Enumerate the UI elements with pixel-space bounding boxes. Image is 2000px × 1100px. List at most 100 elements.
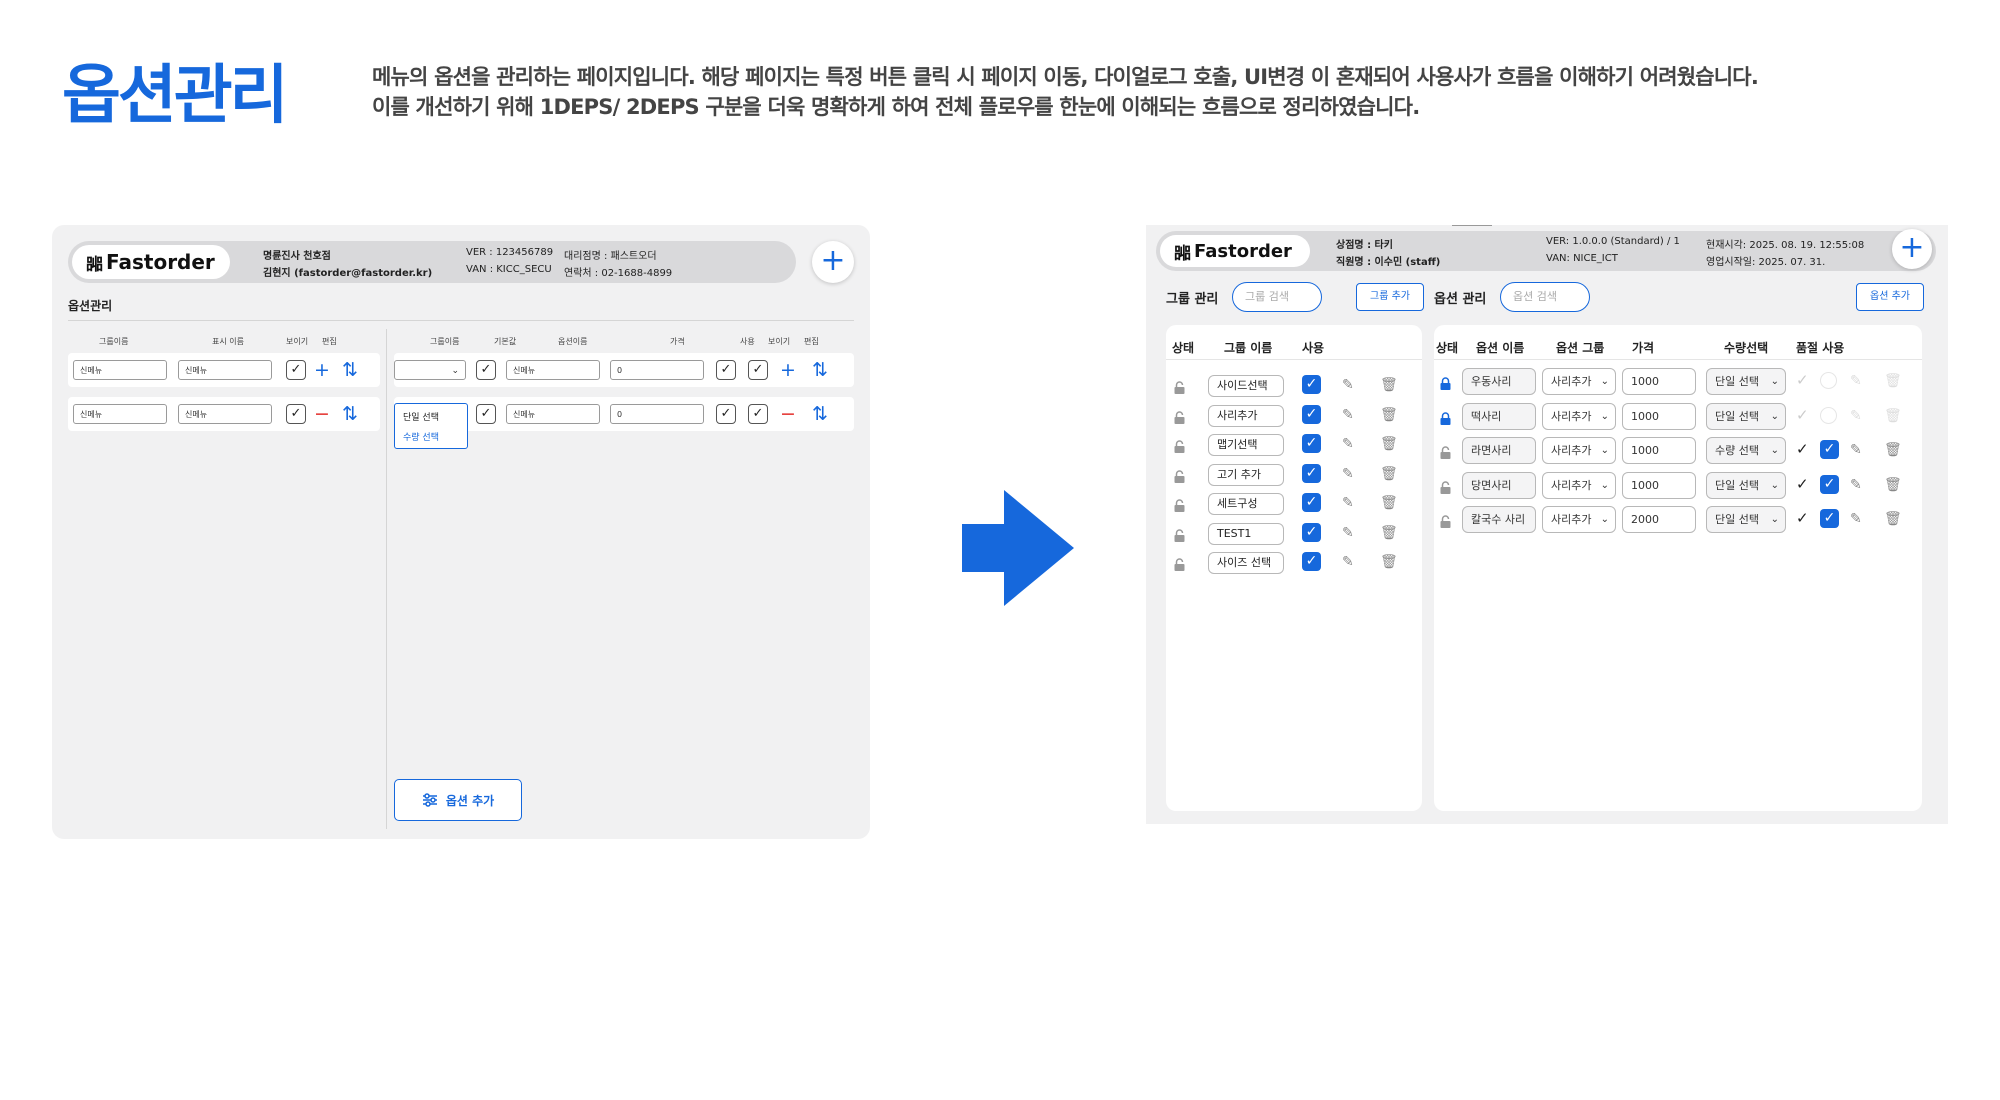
use-checkbox[interactable]: ✓ [1302, 522, 1321, 542]
lock-closed-icon[interactable] [1440, 375, 1451, 390]
option-name-field[interactable]: 칼국수 사리 [1462, 506, 1536, 533]
display-name-input[interactable]: 신메뉴 [178, 360, 272, 380]
group-name-field[interactable]: 사이드선택 [1208, 375, 1284, 397]
lock-open-icon[interactable] [1440, 479, 1451, 494]
trash-icon[interactable]: 🗑 [1380, 554, 1398, 570]
quantity-mode-select[interactable]: 단일 선택 ⌄ [1706, 506, 1786, 533]
quantity-mode-select[interactable]: 단일 선택 ⌄ [1706, 368, 1786, 395]
price-input[interactable]: 2000 [1622, 506, 1696, 533]
default-checkbox[interactable]: ✓ [476, 360, 496, 380]
use-checkbox[interactable]: ✓ [1820, 474, 1839, 494]
group-name-field[interactable]: 사리추가 [1208, 404, 1284, 427]
lock-closed-icon[interactable] [1440, 410, 1451, 425]
use-toggle[interactable] [1820, 372, 1837, 389]
use-checkbox[interactable]: ✓ [716, 404, 736, 424]
trash-icon[interactable]: 🗑 [1884, 442, 1902, 458]
lock-open-icon[interactable] [1174, 527, 1185, 542]
lock-open-icon[interactable] [1174, 556, 1185, 571]
sort-icon[interactable]: ⇅ [342, 404, 358, 424]
sort-icon[interactable]: ⇅ [812, 360, 828, 380]
group-name-field[interactable]: 사이즈 선택 [1208, 552, 1284, 574]
lock-open-icon[interactable] [1440, 513, 1451, 528]
group-name-input[interactable]: 신메뉴 [73, 404, 167, 424]
use-checkbox[interactable]: ✓ [716, 360, 736, 380]
mode-dropdown[interactable]: 단일 선택 수량 선택 [394, 403, 468, 449]
edit-pencil-icon[interactable]: ✎ [1850, 477, 1862, 493]
option-name-field[interactable]: 떡사리 [1462, 402, 1536, 430]
trash-icon[interactable]: 🗑 [1884, 511, 1902, 527]
use-checkbox[interactable]: ✓ [1302, 552, 1321, 571]
option-group-select[interactable]: 사리추가 ⌄ [1542, 437, 1616, 464]
price-input[interactable]: 0 [610, 360, 704, 380]
price-input[interactable]: 1000 [1622, 368, 1696, 395]
edit-pencil-icon[interactable]: ✎ [1342, 495, 1354, 511]
visible-checkbox[interactable]: ✓ [748, 404, 768, 424]
add-icon[interactable]: + [314, 360, 330, 380]
option-group-select[interactable]: 사리추가 ⌄ [1542, 402, 1616, 430]
use-checkbox[interactable]: ✓ [1820, 509, 1839, 528]
group-name-field[interactable]: TEST1 [1208, 522, 1284, 545]
edit-pencil-icon[interactable]: ✎ [1342, 436, 1354, 452]
option-name-field[interactable]: 우동사리 [1462, 368, 1536, 395]
lock-open-icon[interactable] [1174, 438, 1185, 453]
add-option-button[interactable]: 옵션 추가 [394, 779, 522, 821]
option-add-button[interactable]: 옵션 추가 [1856, 283, 1924, 311]
remove-icon[interactable]: − [314, 404, 330, 424]
price-input[interactable]: 0 [610, 404, 704, 424]
edit-pencil-icon[interactable]: ✎ [1342, 407, 1354, 423]
display-name-input[interactable]: 신메뉴 [178, 404, 272, 424]
option-group-select[interactable]: 사리추가 ⌄ [1542, 368, 1616, 395]
group-select[interactable]: ⌄ [394, 360, 466, 380]
edit-pencil-icon[interactable]: ✎ [1850, 408, 1862, 424]
soldout-check-icon[interactable]: ✓ [1796, 476, 1809, 492]
trash-icon[interactable]: 🗑 [1380, 377, 1398, 393]
edit-pencil-icon[interactable]: ✎ [1342, 466, 1354, 482]
sort-icon[interactable]: ⇅ [812, 404, 828, 424]
option-name-field[interactable]: 당면사리 [1462, 471, 1536, 499]
lock-open-icon[interactable] [1174, 497, 1185, 512]
edit-pencil-icon[interactable]: ✎ [1342, 525, 1354, 541]
edit-pencil-icon[interactable]: ✎ [1342, 554, 1354, 570]
dropdown-item-quantity[interactable]: 수량 선택 [403, 430, 439, 443]
soldout-check-icon[interactable]: ✓ [1796, 372, 1809, 388]
default-checkbox[interactable]: ✓ [476, 404, 496, 424]
visible-checkbox[interactable]: ✓ [286, 360, 306, 380]
soldout-check-icon[interactable]: ✓ [1796, 510, 1809, 526]
use-checkbox[interactable]: ✓ [1820, 440, 1839, 459]
add-button[interactable]: + [812, 241, 854, 283]
option-name-field[interactable]: 라면사리 [1462, 437, 1536, 464]
trash-icon[interactable]: 🗑 [1380, 407, 1398, 423]
use-checkbox[interactable]: ✓ [1302, 404, 1321, 424]
group-name-field[interactable]: 맵기선택 [1208, 434, 1284, 456]
quantity-mode-select[interactable]: 단일 선택 ⌄ [1706, 471, 1786, 499]
group-name-field[interactable]: 세트구성 [1208, 493, 1284, 515]
use-toggle[interactable] [1820, 406, 1837, 424]
lock-open-icon[interactable] [1440, 444, 1451, 459]
trash-icon[interactable]: 🗑 [1380, 466, 1398, 482]
option-search-input[interactable]: 옵션 검색 [1500, 282, 1590, 312]
option-group-select[interactable]: 사리추가 ⌄ [1542, 471, 1616, 499]
remove-icon[interactable]: − [780, 404, 796, 424]
use-checkbox[interactable]: ✓ [1302, 493, 1321, 512]
add-button[interactable]: + [1892, 229, 1932, 269]
use-checkbox[interactable]: ✓ [1302, 434, 1321, 453]
option-group-select[interactable]: 사리추가 ⌄ [1542, 506, 1616, 533]
price-input[interactable]: 1000 [1622, 402, 1696, 430]
quantity-mode-select[interactable]: 단일 선택 ⌄ [1706, 402, 1786, 430]
trash-icon[interactable]: 🗑 [1884, 477, 1902, 493]
trash-icon[interactable]: 🗑 [1380, 525, 1398, 541]
price-input[interactable]: 1000 [1622, 471, 1696, 499]
group-add-button[interactable]: 그룹 추가 [1356, 283, 1424, 311]
soldout-check-icon[interactable]: ✓ [1796, 441, 1809, 457]
group-name-field[interactable]: 고기 추가 [1208, 463, 1284, 486]
trash-icon[interactable]: 🗑 [1884, 408, 1902, 424]
option-name-input[interactable]: 신메뉴 [506, 404, 600, 424]
sort-icon[interactable]: ⇅ [342, 360, 358, 380]
use-checkbox[interactable]: ✓ [1302, 463, 1321, 483]
trash-icon[interactable]: 🗑 [1380, 495, 1398, 511]
group-search-input[interactable]: 그룹 검색 [1232, 282, 1322, 312]
quantity-mode-select[interactable]: 수량 선택 ⌄ [1706, 437, 1786, 464]
group-name-input[interactable]: 신메뉴 [73, 360, 167, 380]
dropdown-item-single[interactable]: 단일 선택 [403, 410, 439, 423]
trash-icon[interactable]: 🗑 [1380, 436, 1398, 452]
